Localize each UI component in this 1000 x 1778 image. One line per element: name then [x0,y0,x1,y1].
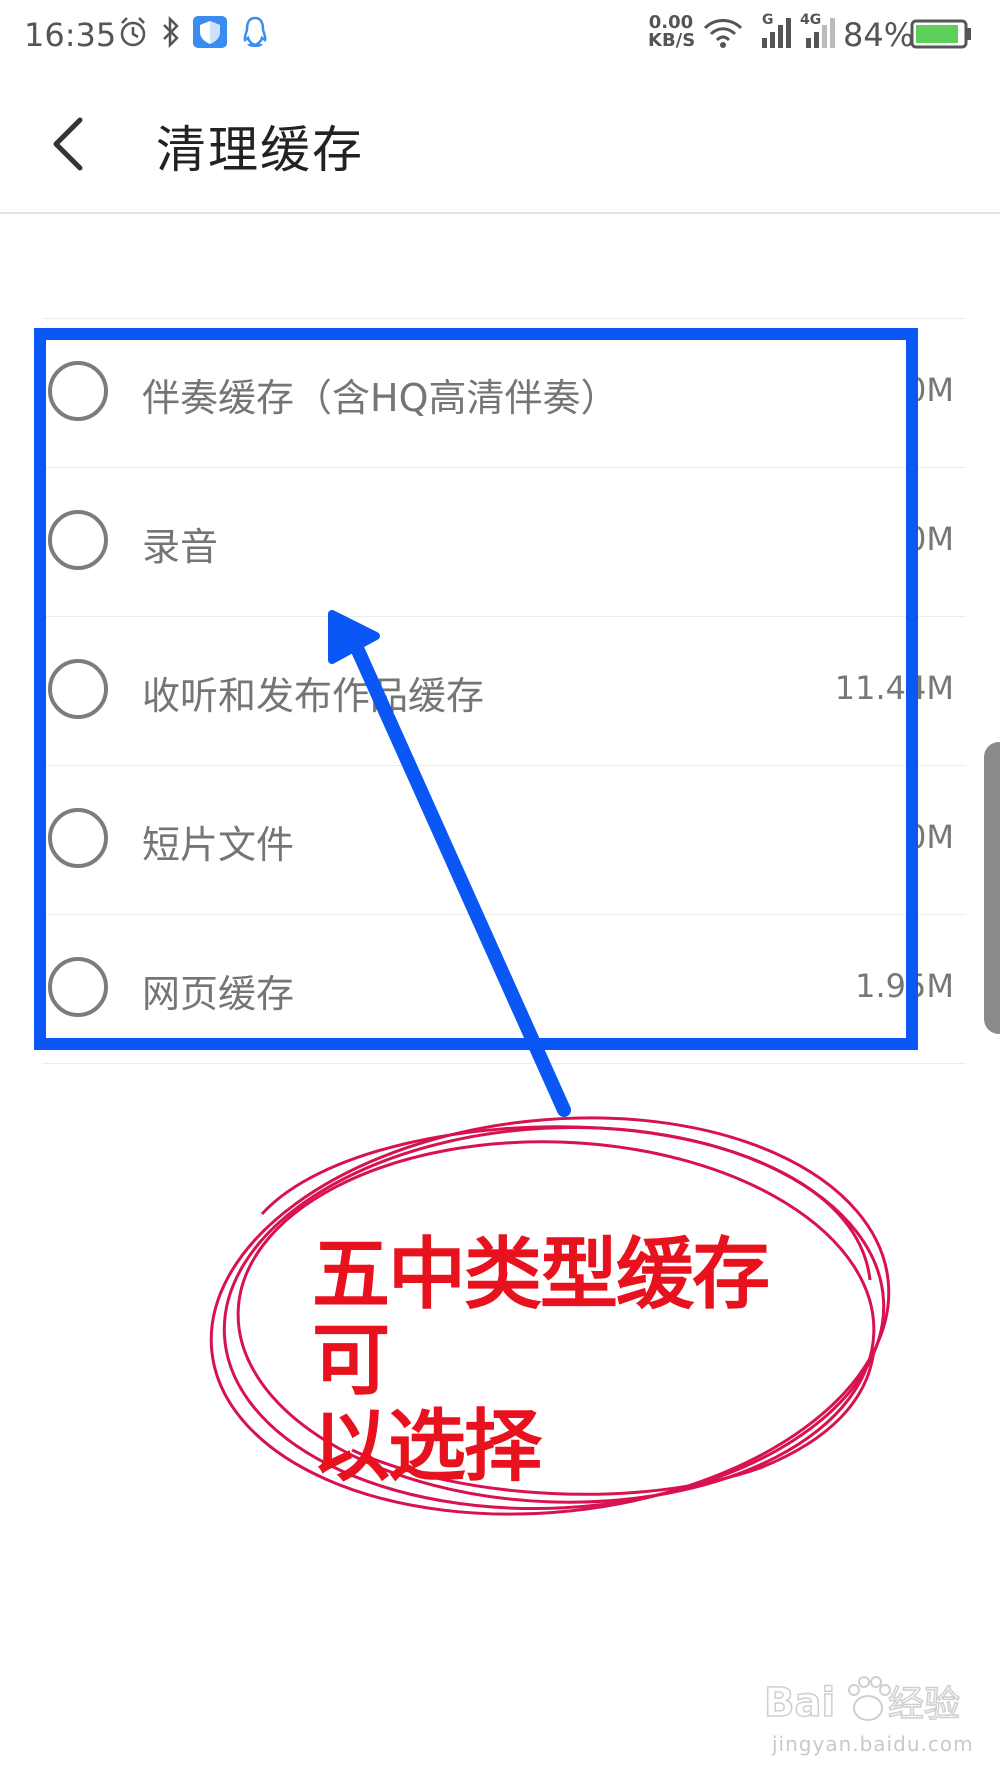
cache-list: 伴奏缓存（含HQ高清伴奏） 0M 录音 0M 收听和发布作品缓存 11.44M … [42,318,966,1064]
status-time: 16:35 [24,16,117,54]
cache-item-webpage[interactable]: 网页缓存 1.95M [42,915,966,1064]
cache-item-size: 1.95M [855,967,954,1005]
cache-item-size: 11.44M [834,669,954,707]
sim1-label: G [762,12,774,28]
cache-item-label: 收听和发布作品缓存 [142,674,485,718]
battery-percent: 84% [843,16,915,54]
baidu-watermark: Bai 经验 jingyan.baidu.com [760,1668,980,1768]
radio-button[interactable] [48,510,108,570]
wifi-icon [703,19,743,48]
scroll-handle[interactable] [984,742,1000,1034]
cache-item-label: 伴奏缓存（含HQ高清伴奏） [142,376,619,420]
page-title: 清理缓存 [156,121,364,179]
cache-item-listen-publish[interactable]: 收听和发布作品缓存 11.44M [42,617,966,766]
annotation-text-line1: 五中类型缓存可 [312,1230,770,1406]
shield-icon [193,16,227,48]
cache-item-recording[interactable]: 录音 0M [42,468,966,617]
radio-button[interactable] [48,361,108,421]
status-bar: 16:35 0.00 KB/S G 4G 84% [0,0,1000,72]
battery-icon [910,19,971,49]
chevron-left-icon[interactable] [42,112,102,176]
radio-button[interactable] [48,808,108,868]
annotation-text-line2: 以选择 [312,1402,542,1492]
svg-text:经验: 经验 [888,1684,960,1725]
cache-item-label: 录音 [142,525,219,569]
radio-button[interactable] [48,957,108,1017]
cache-item-size: 0M [906,818,954,856]
cache-item-size: 0M [906,371,954,409]
sim2-label: 4G [800,12,822,28]
alarm-icon [120,17,146,47]
bluetooth-icon [163,15,179,49]
baidu-paw-logo-icon: Bai 经验 [763,1676,961,1727]
cache-item-label: 短片文件 [142,823,295,867]
annotation-text: 五中类型缓存可 以选择 [312,1232,832,1490]
radio-button[interactable] [48,659,108,719]
app-header: 清理缓存 [0,72,1000,214]
network-speed-unit: KB/S [648,30,696,51]
cache-item-size: 0M [906,520,954,558]
cache-item-accompaniment[interactable]: 伴奏缓存（含HQ高清伴奏） 0M [42,319,966,468]
network-speed: 0.00 KB/S [648,14,696,51]
svg-text:Bai: Bai [764,1680,835,1726]
cache-item-label: 网页缓存 [142,972,295,1016]
qq-icon [243,16,267,47]
watermark-url: jingyan.baidu.com [772,1732,974,1756]
cache-item-short-video[interactable]: 短片文件 0M [42,766,966,915]
